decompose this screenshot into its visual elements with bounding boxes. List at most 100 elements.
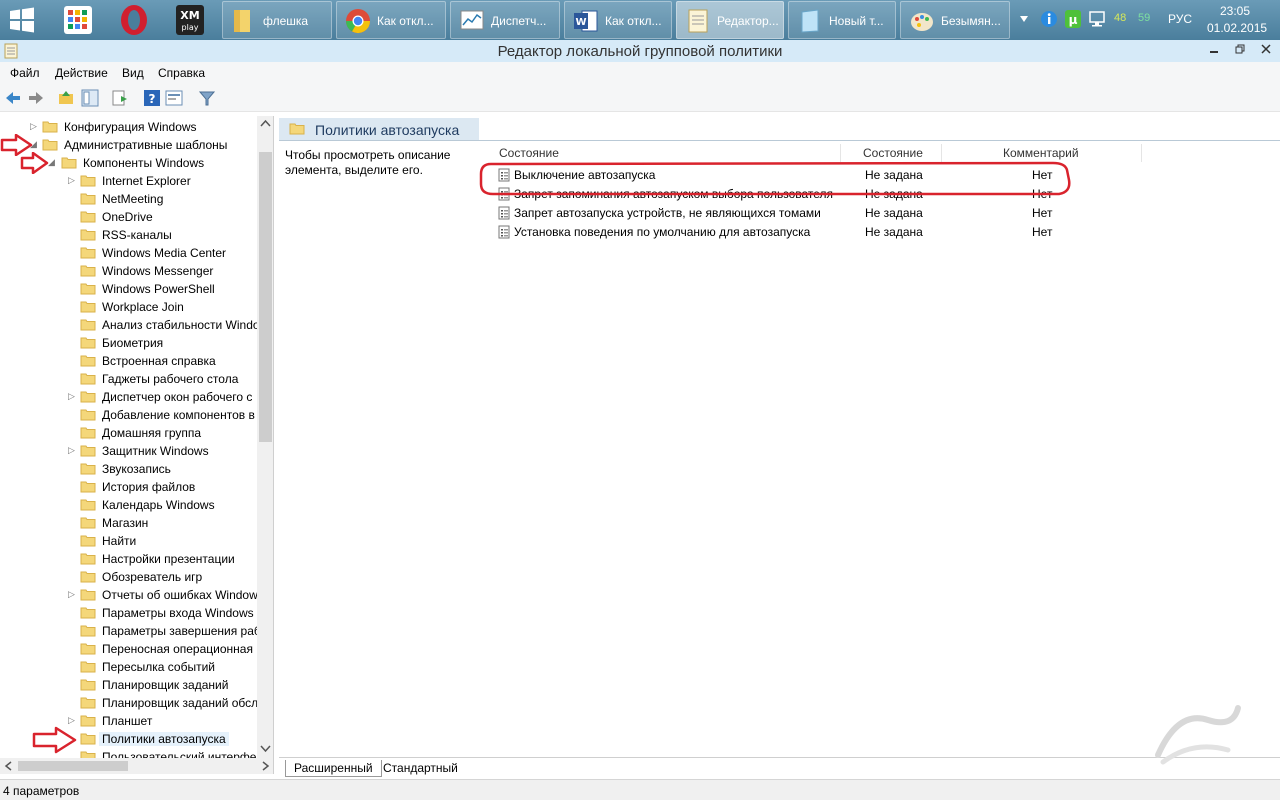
tree-item[interactable]: OneDrive (0, 208, 258, 226)
tree-item-windows-configuration[interactable]: ▷ Конфигурация Windows (0, 118, 258, 136)
tree-item[interactable]: ▷ Защитник Windows (0, 442, 258, 460)
tree-item-label: Административные шаблоны (64, 138, 228, 152)
minimize-icon (1210, 51, 1218, 53)
minimize-button[interactable] (1200, 40, 1228, 60)
taskbar-button-gpedit[interactable]: Редактор... (676, 1, 784, 39)
scroll-down-arrow-icon[interactable] (260, 745, 271, 753)
expand-arrow-icon[interactable]: ▷ (68, 391, 75, 402)
tree-item-label: RSS-каналы (102, 228, 172, 242)
back-arrow-icon[interactable] (4, 89, 22, 107)
tree-item[interactable]: Добавление компонентов в (0, 406, 258, 424)
tree-item[interactable]: Найти (0, 532, 258, 550)
tree-item[interactable]: Звукозапись (0, 460, 258, 478)
info-icon[interactable] (1040, 10, 1058, 28)
window-title: Редактор локальной групповой политики (497, 43, 783, 60)
tree-item[interactable]: Домашняя группа (0, 424, 258, 442)
taskbar-button-paint[interactable]: Безымян... (900, 1, 1010, 39)
tree-item[interactable]: Обозреватель игр (0, 568, 258, 586)
clock-time[interactable]: 23:05 (1220, 4, 1250, 18)
opera-icon[interactable] (112, 2, 156, 38)
column-header-name[interactable]: Состояние (499, 146, 559, 160)
tree-item-label: Параметры входа Windows (102, 606, 254, 620)
taskbar-button-flash-drive[interactable]: флешка (222, 1, 332, 39)
tree-item[interactable]: Windows Media Center (0, 244, 258, 262)
svg-text:XM: XM (180, 9, 199, 22)
scroll-left-arrow-icon[interactable] (4, 761, 12, 771)
scroll-up-arrow-icon[interactable] (260, 119, 271, 127)
folder-icon (80, 715, 96, 727)
taskbar-button-notepad[interactable]: Новый т... (788, 1, 896, 39)
export-list-icon[interactable] (111, 89, 129, 107)
tree-item[interactable]: Планировщик заданий обсл (0, 694, 258, 712)
utorrent-icon[interactable]: µ (1064, 9, 1082, 29)
tree-item-label: Планировщик заданий (102, 678, 229, 692)
close-button[interactable] (1252, 40, 1280, 60)
menu-view[interactable]: Вид (122, 66, 144, 80)
filter-icon[interactable] (198, 89, 216, 107)
tree-item[interactable]: ▷ Отчеты об ошибках Window (0, 586, 258, 604)
menu-file[interactable]: Файл (10, 66, 40, 80)
tree-horizontal-scrollbar[interactable] (0, 758, 273, 774)
tree-item[interactable]: Биометрия (0, 334, 258, 352)
tree-item[interactable]: Магазин (0, 514, 258, 532)
tree-item[interactable]: Параметры входа Windows (0, 604, 258, 622)
tree-item[interactable]: Гаджеты рабочего стола (0, 370, 258, 388)
policy-setting-icon (498, 225, 510, 239)
tree-item[interactable]: Workplace Join (0, 298, 258, 316)
expand-arrow-icon[interactable]: ▷ (30, 121, 37, 132)
help-icon[interactable]: ? (143, 89, 161, 107)
windows-start-icon[interactable] (4, 4, 40, 36)
apps-grid-icon[interactable] (56, 2, 100, 38)
expand-arrow-icon[interactable]: ▷ (68, 589, 75, 600)
xmplay-icon[interactable]: XM play (168, 2, 212, 38)
scrollbar-thumb[interactable] (259, 152, 272, 442)
language-indicator[interactable]: РУС (1168, 12, 1192, 26)
tree-item[interactable]: Анализ стабильности Windo (0, 316, 258, 334)
folder-icon (80, 247, 96, 259)
policy-row[interactable]: Запрет автозапуска устройств, не являющи… (495, 204, 1195, 223)
network-icon[interactable] (1088, 10, 1108, 28)
column-separator[interactable] (1141, 144, 1142, 162)
tree-item[interactable]: Календарь Windows (0, 496, 258, 514)
tree-item[interactable]: Windows PowerShell (0, 280, 258, 298)
tree-item-label: NetMeeting (102, 192, 164, 206)
restore-button[interactable] (1226, 40, 1254, 60)
tree-item[interactable]: Планировщик заданий (0, 676, 258, 694)
column-header-comment[interactable]: Комментарий (1003, 146, 1079, 160)
tree-item[interactable]: История файлов (0, 478, 258, 496)
tree-item[interactable]: ▷ Internet Explorer (0, 172, 258, 190)
tree-item[interactable]: Параметры завершения раб (0, 622, 258, 640)
tree-item[interactable]: RSS-каналы (0, 226, 258, 244)
tree-item[interactable]: Встроенная справка (0, 352, 258, 370)
tree-item[interactable]: Windows Messenger (0, 262, 258, 280)
expand-arrow-icon[interactable]: ▷ (68, 445, 75, 456)
column-header-state[interactable]: Состояние (863, 146, 923, 160)
tree-item[interactable]: Переносная операционная (0, 640, 258, 658)
clock-date[interactable]: 01.02.2015 (1207, 21, 1267, 35)
expand-arrow-icon[interactable]: ▷ (68, 715, 75, 726)
forward-arrow-icon[interactable] (27, 89, 45, 107)
tree-item[interactable]: ▷ Диспетчер окон рабочего с (0, 388, 258, 406)
taskbar-button-word[interactable]: W Как откл... (564, 1, 672, 39)
tree-item-label: Windows Media Center (102, 246, 227, 260)
menu-action[interactable]: Действие (55, 66, 108, 80)
scroll-right-arrow-icon[interactable] (262, 761, 270, 771)
properties-icon[interactable] (165, 89, 183, 107)
tree-vertical-scrollbar[interactable] (257, 116, 273, 758)
tray-counter-1: 48 (1114, 12, 1127, 24)
tree-item[interactable]: Настройки презентации (0, 550, 258, 568)
policy-row[interactable]: Установка поведения по умолчанию для авт… (495, 223, 1195, 242)
up-folder-icon[interactable] (57, 89, 75, 107)
menu-help[interactable]: Справка (158, 66, 205, 80)
tab-extended[interactable]: Расширенный (285, 760, 382, 777)
tab-standard[interactable]: Стандартный (375, 760, 466, 777)
tree-item-label: Политики автозапуска (99, 732, 229, 746)
expand-arrow-icon[interactable]: ▷ (68, 175, 75, 186)
show-hide-tree-icon[interactable] (81, 89, 99, 107)
tray-overflow-icon[interactable] (1018, 14, 1030, 24)
scrollbar-thumb[interactable] (18, 761, 128, 771)
taskbar-button-chrome[interactable]: Как откл... (336, 1, 446, 39)
tree-item[interactable]: Пересылка событий (0, 658, 258, 676)
taskbar-button-task-manager[interactable]: Диспетч... (450, 1, 560, 39)
tree-item[interactable]: NetMeeting (0, 190, 258, 208)
